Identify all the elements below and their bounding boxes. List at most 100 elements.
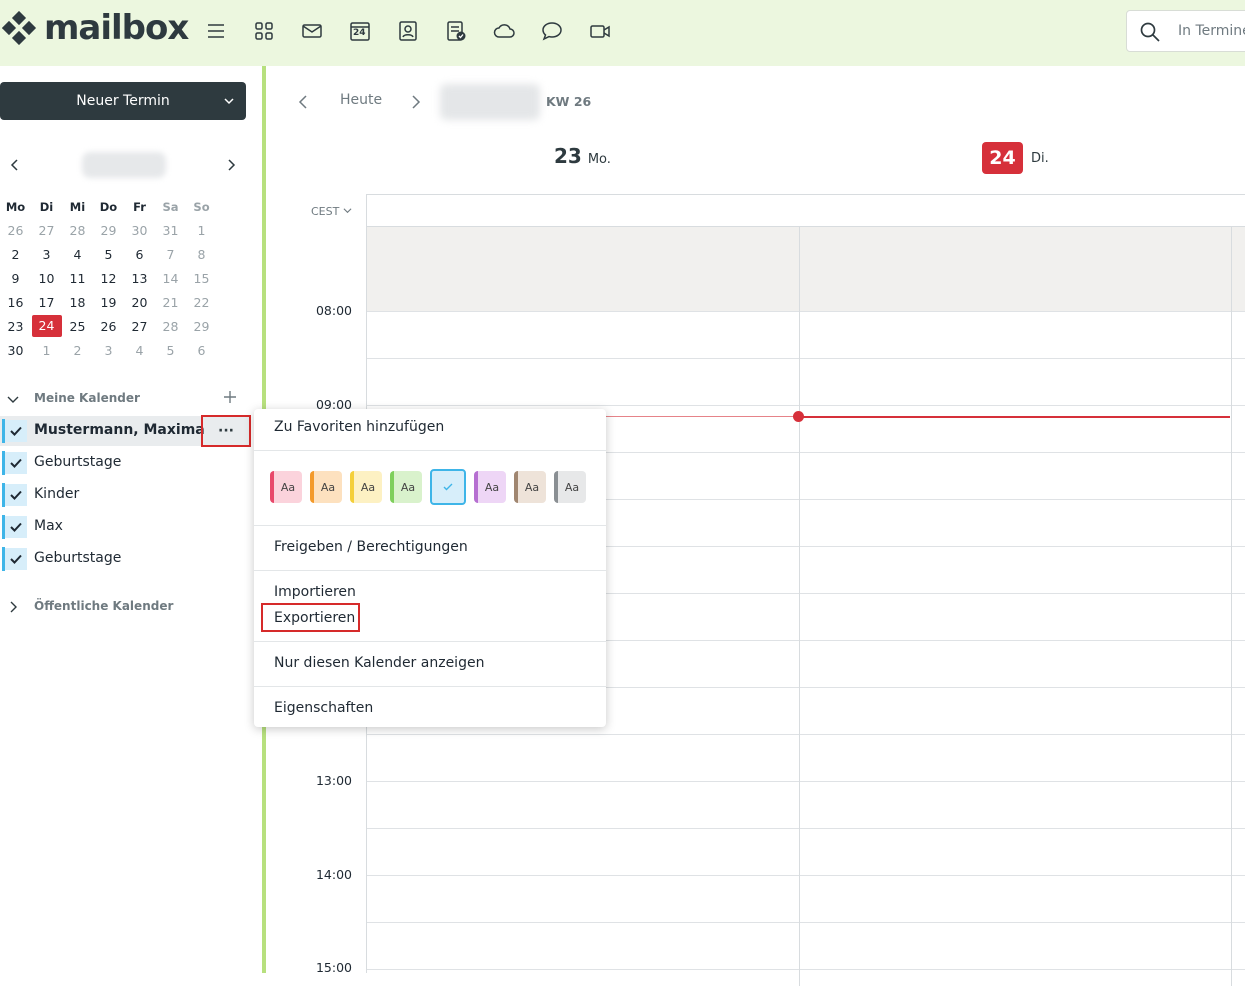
day-cell[interactable]: 2 — [62, 338, 93, 362]
calendar-more-button[interactable]: ··· — [201, 415, 251, 447]
day-cell[interactable]: 10 — [31, 266, 62, 290]
day-cell[interactable]: 8 — [186, 242, 217, 266]
day-cell[interactable]: 17 — [31, 290, 62, 314]
day-cell[interactable]: 1 — [186, 218, 217, 242]
day-cell[interactable]: 6 — [124, 242, 155, 266]
weekday-header: Sa — [162, 200, 179, 214]
day-cell[interactable]: 31 — [155, 218, 186, 242]
mailbox-logo[interactable]: mailbox — [2, 8, 189, 48]
tasks-icon[interactable] — [445, 20, 467, 42]
day-cell[interactable]: 27 — [31, 218, 62, 242]
color-swatch-pink[interactable]: Aa — [270, 471, 302, 503]
day-cell-today[interactable]: 24 — [31, 314, 62, 338]
calendar-item[interactable]: Kinder — [0, 480, 250, 510]
contacts-icon[interactable] — [397, 20, 419, 42]
day-cell[interactable]: 1 — [31, 338, 62, 362]
cloud-icon[interactable] — [493, 20, 515, 42]
chevron-right-icon[interactable] — [6, 600, 20, 614]
day-cell[interactable]: 5 — [93, 242, 124, 266]
chevron-right-icon[interactable] — [409, 94, 423, 110]
color-swatch-gray[interactable]: Aa — [554, 471, 586, 503]
day-cell[interactable]: 30 — [0, 338, 31, 362]
color-swatch-yellow[interactable]: Aa — [350, 471, 382, 503]
day-cell[interactable]: 3 — [93, 338, 124, 362]
chat-icon[interactable] — [541, 20, 563, 42]
day-cell[interactable]: 7 — [155, 242, 186, 266]
calendar-label: Geburtstage — [34, 454, 122, 470]
day-cell[interactable]: 30 — [124, 218, 155, 242]
day-cell[interactable]: 12 — [93, 266, 124, 290]
my-calendars-heading[interactable]: Meine Kalender — [34, 391, 140, 405]
menu-item-properties[interactable]: Eigenschaften — [274, 700, 373, 716]
day-cell[interactable]: 25 — [62, 314, 93, 338]
mail-icon[interactable] — [301, 20, 323, 42]
day-cell[interactable]: 15 — [186, 266, 217, 290]
timezone-selector[interactable]: CEST — [311, 205, 352, 218]
calendar-checkbox[interactable] — [5, 452, 27, 474]
add-calendar-icon[interactable] — [223, 390, 237, 404]
search-box[interactable]: In Terminen — [1126, 10, 1245, 52]
public-calendars-heading[interactable]: Öffentliche Kalender — [34, 599, 173, 613]
hour-line — [367, 781, 1245, 782]
calendar-checkbox[interactable] — [5, 484, 27, 506]
calendar-item[interactable]: Max — [0, 512, 250, 542]
day-cell[interactable]: 5 — [155, 338, 186, 362]
day-cell[interactable]: 11 — [62, 266, 93, 290]
day-cell[interactable]: 19 — [93, 290, 124, 314]
day-cell[interactable]: 21 — [155, 290, 186, 314]
day-cell[interactable]: 18 — [62, 290, 93, 314]
color-swatch-blue-selected[interactable] — [430, 469, 466, 505]
color-swatch-orange[interactable]: Aa — [310, 471, 342, 503]
day-cell[interactable]: 14 — [155, 266, 186, 290]
swatch-label: Aa — [360, 480, 376, 494]
color-swatch-purple[interactable]: Aa — [474, 471, 506, 503]
calendar-icon[interactable]: 24 — [349, 20, 371, 42]
day-cell[interactable]: 16 — [0, 290, 31, 314]
menu-item-import[interactable]: Importieren — [274, 584, 356, 600]
half-hour-line — [367, 358, 1245, 359]
day-cell[interactable]: 28 — [155, 314, 186, 338]
day-cell[interactable]: 28 — [62, 218, 93, 242]
day-cell[interactable]: 4 — [62, 242, 93, 266]
day-cell[interactable]: 29 — [186, 314, 217, 338]
hour-line — [367, 405, 1245, 406]
new-appointment-button[interactable]: Neuer Termin — [0, 82, 246, 120]
day-cell[interactable]: 13 — [124, 266, 155, 290]
day-cell[interactable]: 20 — [124, 290, 155, 314]
today-button[interactable]: Heute — [340, 92, 382, 108]
day-cell[interactable]: 26 — [93, 314, 124, 338]
calendar-checkbox[interactable] — [5, 420, 27, 442]
day-cell[interactable]: 22 — [186, 290, 217, 314]
calendar-checkbox[interactable] — [5, 516, 27, 538]
calendar-item[interactable]: Geburtstage — [0, 544, 250, 574]
day-cell[interactable]: 6 — [186, 338, 217, 362]
day-cell[interactable]: 23 — [0, 314, 31, 338]
menu-item-add-favorite[interactable]: Zu Favoriten hinzufügen — [274, 419, 444, 435]
day-header-monday[interactable]: 23 Mo. — [554, 144, 611, 168]
day-cell[interactable]: 9 — [0, 266, 31, 290]
calendar-checkbox[interactable] — [5, 548, 27, 570]
day-cell[interactable]: 3 — [31, 242, 62, 266]
day-cell[interactable]: 2 — [0, 242, 31, 266]
day-cell[interactable]: 26 — [0, 218, 31, 242]
day-cell[interactable]: 27 — [124, 314, 155, 338]
search-input[interactable]: In Terminen — [1178, 23, 1245, 39]
menu-item-show-only-this[interactable]: Nur diesen Kalender anzeigen — [274, 655, 484, 671]
chevron-left-icon[interactable] — [8, 158, 22, 172]
all-day-row[interactable] — [367, 226, 1245, 311]
day-cell[interactable]: 4 — [124, 338, 155, 362]
apps-icon[interactable] — [253, 20, 275, 42]
menu-icon[interactable] — [205, 20, 227, 42]
chevron-down-icon[interactable] — [6, 392, 20, 406]
day-cell[interactable]: 29 — [93, 218, 124, 242]
chevron-down-icon[interactable] — [222, 94, 236, 108]
color-swatch-green[interactable]: Aa — [390, 471, 422, 503]
video-icon[interactable] — [589, 20, 611, 42]
chevron-left-icon[interactable] — [296, 94, 310, 110]
week-label: KW 26 — [546, 94, 592, 109]
menu-item-share[interactable]: Freigeben / Berechtigungen — [274, 539, 468, 555]
day-header-tuesday[interactable]: 24 Di. — [982, 142, 1049, 174]
color-swatch-brown[interactable]: Aa — [514, 471, 546, 503]
calendar-item[interactable]: Geburtstage — [0, 448, 250, 478]
chevron-right-icon[interactable] — [224, 158, 238, 172]
